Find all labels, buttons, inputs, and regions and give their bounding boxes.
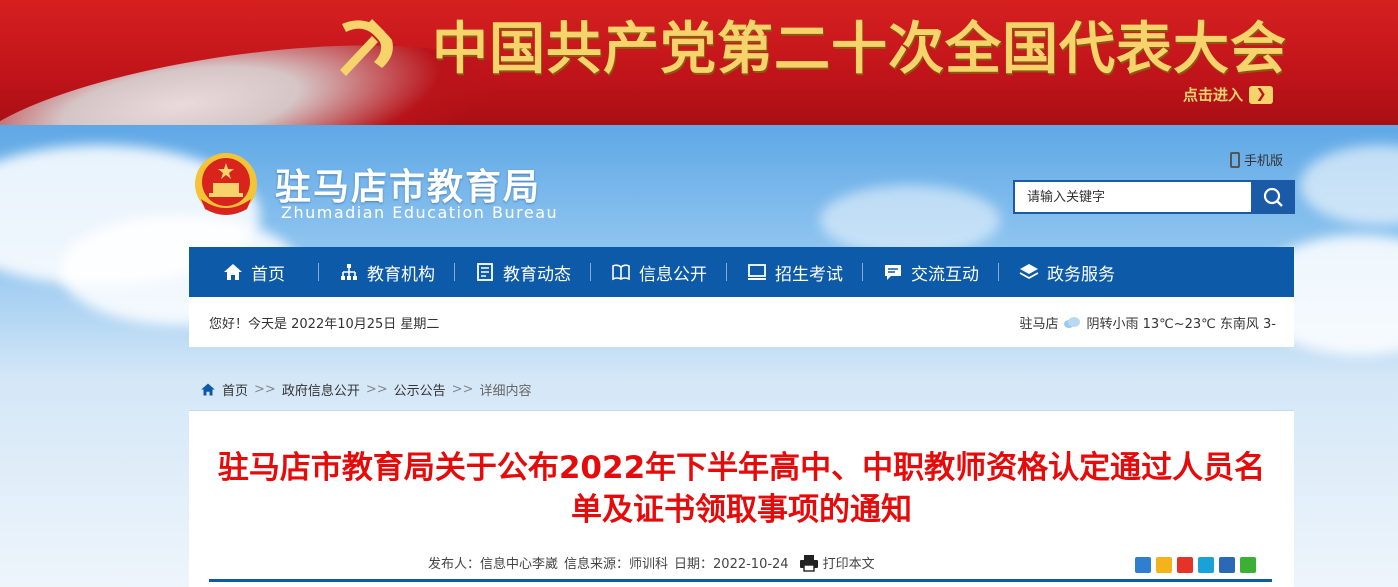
breadcrumb-separator: >> <box>365 382 388 397</box>
breadcrumb-disclosure[interactable]: 政府信息公开 <box>282 380 360 399</box>
banner-enter-link[interactable]: 点击进入 ❯ <box>1183 84 1274 105</box>
tencent-weibo-icon[interactable] <box>1198 557 1214 573</box>
search-icon <box>1263 187 1283 207</box>
share-buttons <box>1135 557 1256 573</box>
divider <box>209 579 1272 582</box>
mobile-version-label: 手机版 <box>1244 154 1284 169</box>
phone-icon <box>1230 151 1240 168</box>
nav-label: 教育机构 <box>367 264 435 285</box>
mobile-version-link[interactable]: 手机版 <box>1230 150 1283 169</box>
search-button[interactable] <box>1251 180 1295 214</box>
weather-widget: 驻马店 阴转小雨 13℃~23℃ 东南风 3- <box>1019 313 1276 332</box>
nav-label: 政务服务 <box>1047 264 1115 285</box>
date-greeting: 您好！今天是 2022年10月25日 星期二 <box>209 316 440 332</box>
breadcrumb-home[interactable]: 首页 <box>222 380 248 399</box>
search-input[interactable] <box>1013 180 1251 214</box>
nav-item-news[interactable]: 教育动态 <box>455 247 591 297</box>
cloud-icon <box>1064 316 1081 328</box>
article-source: 信息来源：师训科 <box>564 557 669 572</box>
share-more-icon[interactable] <box>1135 557 1151 573</box>
weather-text: 阴转小雨 13℃~23℃ 东南风 3- <box>1086 316 1276 332</box>
main-nav: 首页 教育机构 教育动态 信息公开 招生考试 交流互动 政务服务 <box>189 247 1294 297</box>
breadcrumb-separator: >> <box>451 382 474 397</box>
arrow-right-icon: ❯ <box>1249 85 1274 104</box>
nav-label: 首页 <box>251 264 285 285</box>
weather-city: 驻马店 <box>1019 316 1059 332</box>
article-meta: 发布人：信息中心李崴 信息来源：师训科 日期：2022-10-24 打印本文 <box>428 553 875 572</box>
article-date: 日期：2022-10-24 <box>674 557 789 572</box>
printer-icon <box>799 554 818 572</box>
print-button[interactable]: 打印本文 <box>799 553 875 572</box>
layers-icon <box>1019 264 1039 280</box>
info-bar: 您好！今天是 2022年10月25日 星期二 驻马店 阴转小雨 13℃~23℃ … <box>189 297 1294 347</box>
chat-icon <box>885 265 901 280</box>
article-panel: 驻马店市教育局关于公布2022年下半年高中、中职教师资格认定通过人员名单及证书领… <box>189 410 1294 587</box>
print-label: 打印本文 <box>822 557 875 572</box>
banner-title: 中国共产党第二十次全国代表大会 <box>432 16 1287 82</box>
article-publisher: 发布人：信息中心李崴 <box>428 557 559 572</box>
article-title: 驻马店市教育局关于公布2022年下半年高中、中职教师资格认定通过人员名单及证书领… <box>217 450 1266 528</box>
nav-label: 招生考试 <box>775 264 843 285</box>
banner-enter-label: 点击进入 <box>1183 86 1244 104</box>
hammer-sickle-icon <box>322 10 406 80</box>
breadcrumb-announcements[interactable]: 公示公告 <box>394 380 446 399</box>
monitor-icon <box>748 264 766 280</box>
nav-label: 教育动态 <box>503 264 571 285</box>
national-emblem-logo[interactable] <box>193 151 259 219</box>
renren-icon[interactable] <box>1219 557 1235 573</box>
news-icon <box>477 263 493 281</box>
nav-item-institutions[interactable]: 教育机构 <box>319 247 455 297</box>
home-icon <box>224 264 242 280</box>
qzone-icon[interactable] <box>1156 557 1172 573</box>
wechat-icon[interactable] <box>1240 557 1256 573</box>
site-name-english: Zhumadian Education Bureau <box>281 203 559 222</box>
weibo-icon[interactable] <box>1177 557 1193 573</box>
breadcrumb: 首页 >> 政府信息公开 >> 公示公告 >> 详细内容 <box>200 380 531 399</box>
nav-item-admission[interactable]: 招生考试 <box>727 247 863 297</box>
nav-item-home[interactable]: 首页 <box>189 247 319 297</box>
nav-label: 信息公开 <box>639 264 707 285</box>
org-chart-icon <box>341 264 357 280</box>
breadcrumb-separator: >> <box>254 382 276 397</box>
home-icon <box>201 383 215 396</box>
nav-item-interaction[interactable]: 交流互动 <box>863 247 999 297</box>
breadcrumb-current: 详细内容 <box>479 384 532 399</box>
party-congress-banner[interactable]: 中国共产党第二十次全国代表大会 点击进入 ❯ <box>0 0 1398 125</box>
nav-item-disclosure[interactable]: 信息公开 <box>591 247 727 297</box>
search-box <box>1013 180 1295 214</box>
nav-label: 交流互动 <box>911 264 979 285</box>
nav-item-services[interactable]: 政务服务 <box>999 247 1135 297</box>
book-icon <box>612 264 630 281</box>
